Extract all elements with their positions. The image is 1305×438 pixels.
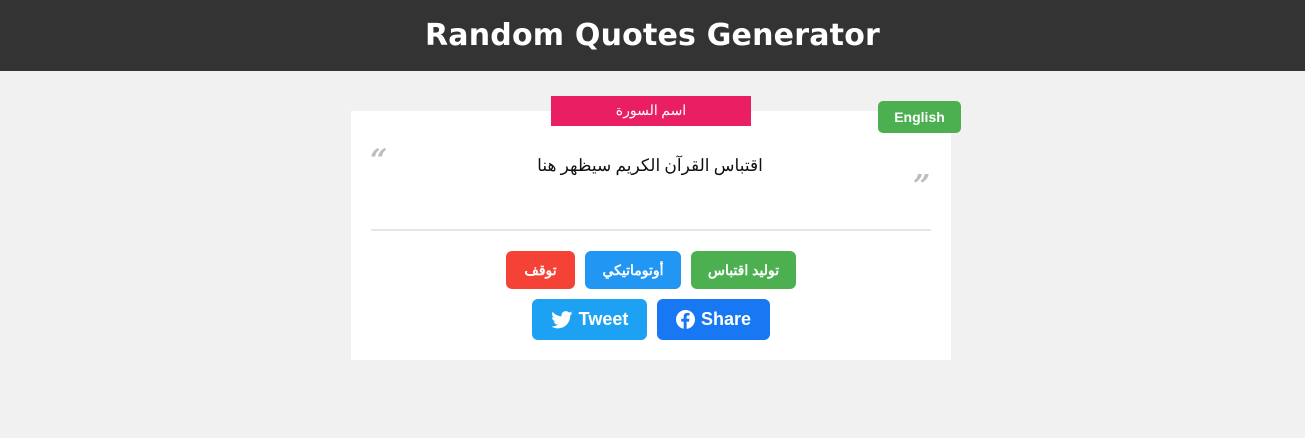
tweet-label: Tweet	[578, 309, 629, 329]
tweet-button[interactable]: Tweet	[532, 299, 647, 340]
quote-text: اقتباس القرآن الكريم سيظهر هنا	[537, 156, 763, 175]
divider	[371, 229, 931, 231]
facebook-icon	[675, 310, 695, 329]
language-toggle-button[interactable]: English	[878, 101, 961, 133]
quote-card	[351, 111, 951, 360]
open-quote-icon: “	[370, 143, 388, 178]
generate-quote-button[interactable]: توليد اقتباس	[691, 251, 796, 289]
share-button[interactable]: Share	[657, 299, 770, 340]
share-label: Share	[700, 309, 752, 329]
close-quote-icon: ”	[913, 169, 931, 204]
auto-button[interactable]: أوتوماتيكي	[585, 251, 681, 289]
twitter-bird-icon	[550, 310, 573, 329]
surah-name-badge: اسم السورة	[551, 96, 751, 126]
stop-button[interactable]: توقف	[506, 251, 575, 289]
page-title: Random Quotes Generator	[424, 18, 880, 53]
app-header: Random Quotes Generator	[0, 0, 1305, 71]
